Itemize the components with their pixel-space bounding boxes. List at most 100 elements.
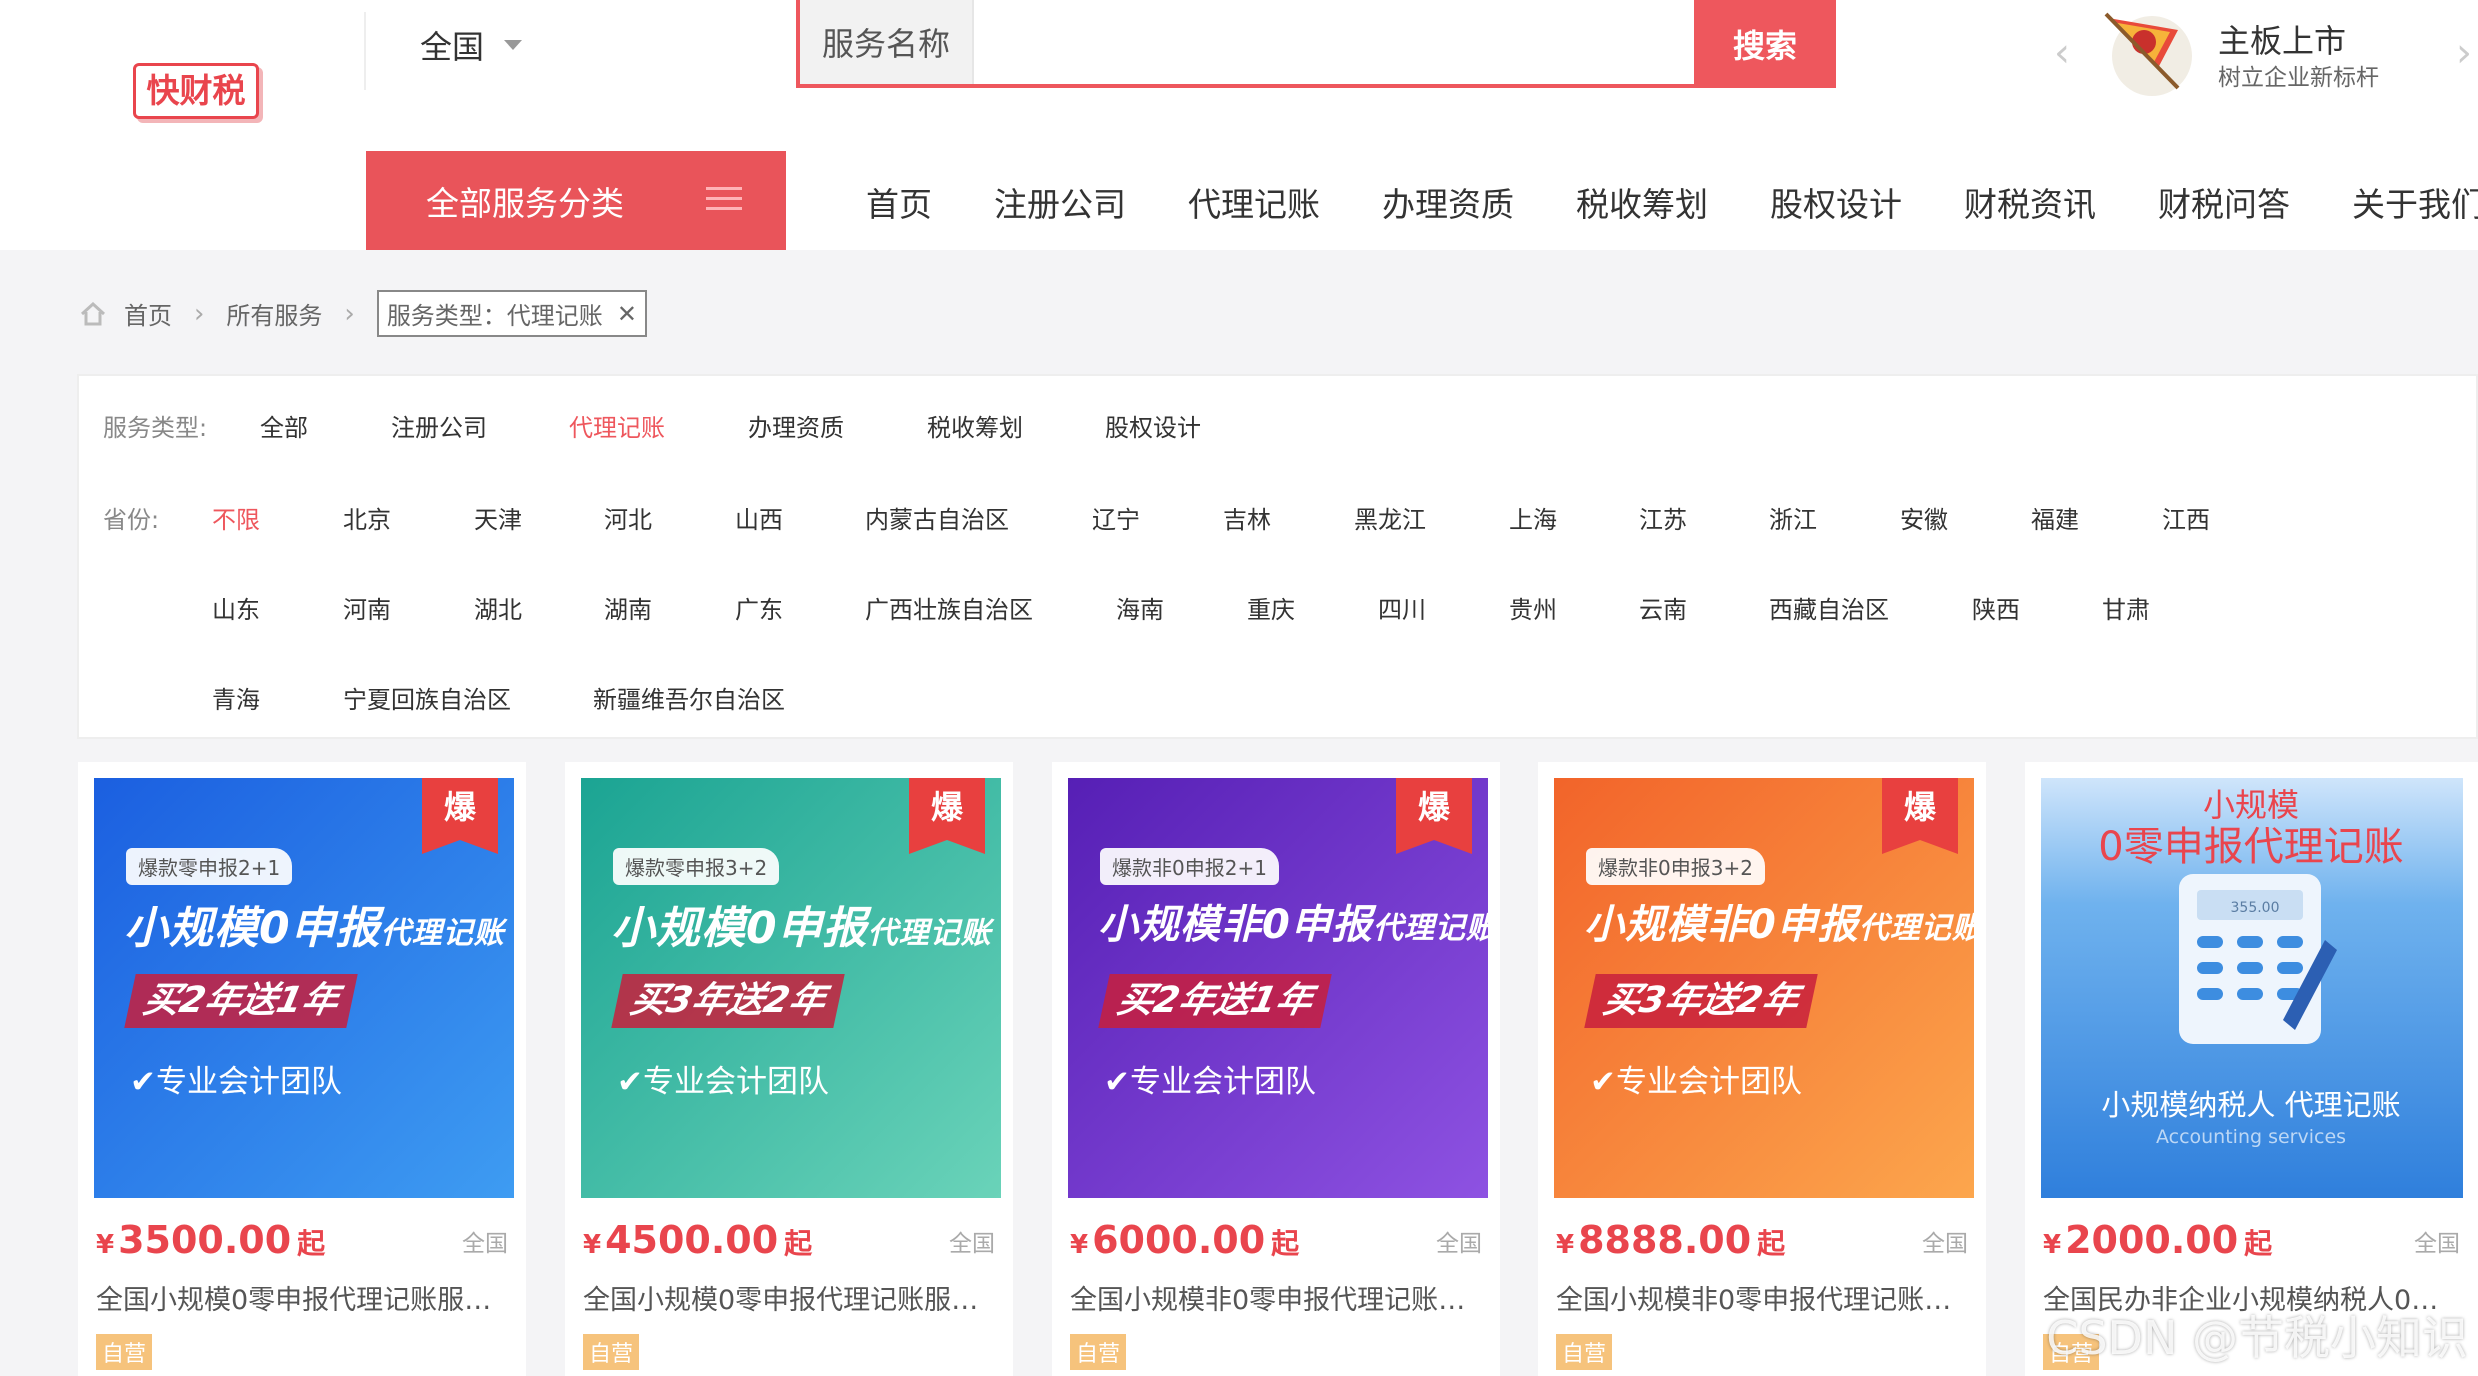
product-image[interactable]: 爆 爆款非0申报2+1 小规模非0申报代理记账 买2年送1年 ✔专业会计团队	[1068, 778, 1488, 1198]
caret-down-icon	[504, 40, 523, 50]
product-card[interactable]: 爆 爆款非0申报2+1 小规模非0申报代理记账 买2年送1年 ✔专业会计团队 ¥…	[1052, 762, 1500, 1376]
province-option[interactable]: 北京	[343, 500, 391, 535]
product-region: 全国	[949, 1231, 995, 1257]
site-logo[interactable]: 快财税	[133, 63, 259, 119]
province-option[interactable]: 广西壮族自治区	[865, 590, 1033, 625]
province-option[interactable]: 湖南	[604, 590, 652, 625]
type-option[interactable]: 股权设计	[1105, 408, 1201, 443]
product-card[interactable]: 小规模 0零申报代理记账 355.00 小规模纳税人 代理记账 Accounti…	[2025, 762, 2478, 1376]
self-operated-badge: 自营	[1070, 1334, 1127, 1370]
chevron-right-icon[interactable]: ›	[2456, 30, 2472, 76]
hot-badge: 爆	[422, 778, 498, 854]
product-image-feature: ✔专业会计团队	[1104, 1064, 1316, 1100]
watermark: CSDN @节税小知识	[2046, 1311, 2468, 1365]
nav-register-company[interactable]: 注册公司	[994, 178, 1126, 226]
nav-bookkeeping[interactable]: 代理记账	[1188, 178, 1320, 226]
breadcrumb-all-services[interactable]: 所有服务	[226, 296, 322, 331]
hot-badge: 爆	[909, 778, 985, 854]
province-option[interactable]: 西藏自治区	[1769, 590, 1889, 625]
product-name[interactable]: 全国小规模非0零申报代理记账服务（买3年送2年）	[1556, 1278, 1966, 1317]
product-image[interactable]: 爆 爆款零申报2+1 小规模0申报代理记账 买2年送1年 ✔专业会计团队	[94, 778, 514, 1198]
close-icon[interactable]: ✕	[617, 300, 637, 328]
breadcrumb: 首页 › 所有服务 › 服务类型：代理记账 ✕	[80, 290, 647, 337]
product-name[interactable]: 全国小规模0零申报代理记账服务（买3年送2年）	[583, 1278, 993, 1317]
product-name[interactable]: 全国小规模0零申报代理记账服务（买2年送1年）	[96, 1278, 506, 1317]
type-option-active[interactable]: 代理记账	[569, 408, 665, 443]
product-price: ¥8888.00 起	[1556, 1218, 1786, 1262]
nav-home[interactable]: 首页	[866, 178, 932, 226]
search-type-label[interactable]: 服务名称	[800, 0, 974, 84]
all-categories-button[interactable]: 全部服务分类	[366, 151, 786, 250]
promo-title[interactable]: 主板上市	[2218, 16, 2346, 62]
hot-badge: 爆	[1396, 778, 1472, 854]
self-operated-badge: 自营	[583, 1334, 640, 1370]
province-option[interactable]: 江苏	[1639, 500, 1687, 535]
nav-about-us[interactable]: 关于我们	[2352, 178, 2478, 226]
province-option[interactable]: 吉林	[1223, 500, 1271, 535]
product-card[interactable]: 爆 爆款零申报3+2 小规模0申报代理记账 买3年送2年 ✔专业会计团队 ¥45…	[565, 762, 1013, 1376]
province-option-active[interactable]: 不限	[212, 500, 260, 535]
province-option[interactable]: 福建	[2031, 500, 2079, 535]
province-option[interactable]: 重庆	[1247, 590, 1295, 625]
type-option[interactable]: 注册公司	[391, 408, 487, 443]
province-option[interactable]: 江西	[2162, 500, 2210, 535]
province-option[interactable]: 山西	[735, 500, 783, 535]
province-option[interactable]: 内蒙古自治区	[865, 500, 1009, 535]
filter-panel: 服务类型: 全部 注册公司 代理记账 办理资质 税收筹划 股权设计 省份: 不限…	[77, 374, 2478, 739]
nav-tax-qa[interactable]: 财税问答	[2158, 178, 2290, 226]
type-option[interactable]: 税收筹划	[927, 408, 1023, 443]
province-option[interactable]: 黑龙江	[1354, 500, 1426, 535]
region-selector[interactable]: 全国	[420, 22, 523, 68]
province-option[interactable]: 河南	[343, 590, 391, 625]
nav-equity-design[interactable]: 股权设计	[1770, 178, 1902, 226]
product-image-title: 小规模非0申报代理记账	[1098, 902, 1488, 948]
province-option[interactable]: 浙江	[1769, 500, 1817, 535]
region-label: 全国	[420, 28, 485, 66]
province-option[interactable]: 甘肃	[2102, 590, 2150, 625]
province-option[interactable]: 山东	[212, 590, 260, 625]
product-region: 全国	[1922, 1231, 1968, 1257]
product-card[interactable]: 爆 爆款非0申报3+2 小规模非0申报代理记账 买3年送2年 ✔专业会计团队 ¥…	[1538, 762, 1986, 1376]
province-option[interactable]: 上海	[1509, 500, 1557, 535]
type-option[interactable]: 全部	[260, 408, 308, 443]
product-image-tag: 爆款非0申报2+1	[1100, 848, 1279, 885]
product-name[interactable]: 全国小规模非0零申报代理记账服务（买2年送1年）	[1070, 1278, 1480, 1317]
nav-tax-planning[interactable]: 税收筹划	[1576, 178, 1708, 226]
search-button[interactable]: 搜索	[1694, 0, 1836, 88]
province-option[interactable]: 新疆维吾尔自治区	[593, 680, 785, 715]
province-option[interactable]: 辽宁	[1092, 500, 1140, 535]
province-option[interactable]: 宁夏回族自治区	[343, 680, 511, 715]
home-icon[interactable]	[80, 301, 106, 326]
province-option[interactable]: 海南	[1116, 590, 1164, 625]
province-option[interactable]: 四川	[1378, 590, 1426, 625]
province-option[interactable]: 陕西	[1972, 590, 2020, 625]
product-image-feature: ✔专业会计团队	[617, 1064, 829, 1100]
province-option[interactable]: 天津	[474, 500, 522, 535]
product-image-feature: ✔专业会计团队	[130, 1064, 342, 1100]
province-option[interactable]: 河北	[604, 500, 652, 535]
nav-qualification[interactable]: 办理资质	[1382, 178, 1514, 226]
product-region: 全国	[1436, 1231, 1482, 1257]
product-region: 全国	[2414, 1231, 2460, 1257]
product-card[interactable]: 爆 爆款零申报2+1 小规模0申报代理记账 买2年送1年 ✔专业会计团队 ¥35…	[78, 762, 526, 1376]
province-option[interactable]: 广东	[735, 590, 783, 625]
product-image-feature: ✔专业会计团队	[1590, 1064, 1802, 1100]
product-image-subtitle: 小规模纳税人 代理记账	[2101, 1088, 2401, 1122]
chevron-right-icon: ›	[194, 298, 205, 329]
province-option[interactable]: 湖北	[474, 590, 522, 625]
product-image-offer: 买3年送2年	[1584, 974, 1818, 1028]
product-image-offer: 买2年送1年	[1098, 974, 1332, 1028]
nav-tax-news[interactable]: 财税资讯	[1964, 178, 2096, 226]
product-image[interactable]: 小规模 0零申报代理记账 355.00 小规模纳税人 代理记账 Accounti…	[2041, 778, 2463, 1198]
breadcrumb-home[interactable]: 首页	[124, 296, 172, 331]
chevron-left-icon[interactable]: ‹	[2054, 30, 2070, 76]
product-image[interactable]: 爆 爆款非0申报3+2 小规模非0申报代理记账 买3年送2年 ✔专业会计团队	[1554, 778, 1974, 1198]
province-option[interactable]: 青海	[212, 680, 260, 715]
province-option[interactable]: 安徽	[1900, 500, 1948, 535]
product-image[interactable]: 爆 爆款零申报3+2 小规模0申报代理记账 买3年送2年 ✔专业会计团队	[581, 778, 1001, 1198]
product-image-title: 小规模非0申报代理记账	[1584, 902, 1974, 948]
province-option[interactable]: 贵州	[1509, 590, 1557, 625]
province-option[interactable]: 云南	[1639, 590, 1687, 625]
type-option[interactable]: 办理资质	[748, 408, 844, 443]
product-image-offer: 买2年送1年	[124, 974, 358, 1028]
